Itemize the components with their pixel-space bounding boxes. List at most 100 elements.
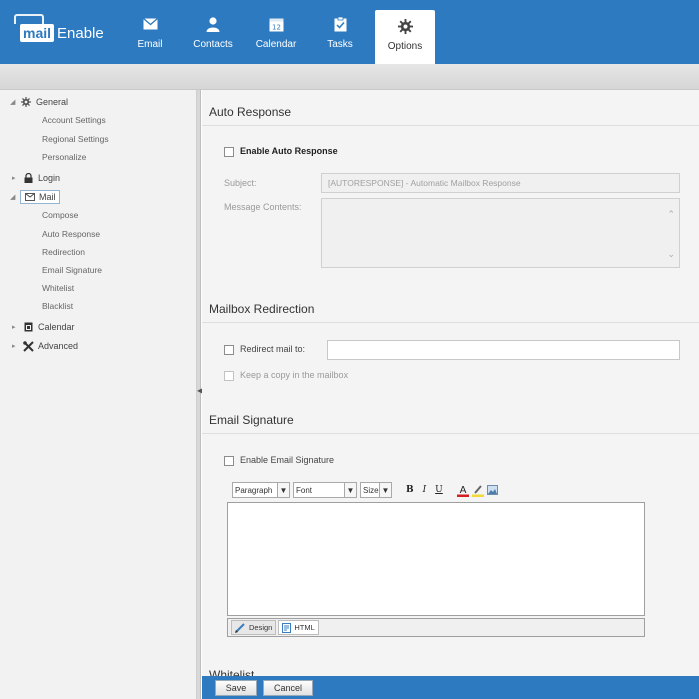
calendar-icon [22, 321, 34, 333]
scroll-up-icon[interactable]: ⌃ [667, 209, 675, 220]
design-pencil-icon [235, 622, 246, 633]
tree-login-label: Login [38, 173, 61, 183]
logo-enable-text: Enable [57, 24, 104, 42]
chevron-down-icon: ▼ [344, 483, 356, 497]
insert-image-icon[interactable] [486, 485, 498, 495]
tree-mail-selected: Mail [20, 190, 60, 204]
nav-email[interactable]: Email [130, 0, 170, 64]
message-contents-label: Message Contents: [224, 202, 302, 212]
underline-button[interactable]: U [435, 485, 443, 495]
app-logo: mail Enable [20, 22, 104, 44]
nav-contacts-label: Contacts [193, 39, 233, 50]
subject-field[interactable]: [AUTORESPONSE] - Automatic Mailbox Respo… [321, 173, 680, 193]
collapsed-arrow-icon[interactable]: ▸ [12, 342, 22, 350]
logo-mail-text: mail [20, 24, 55, 42]
tree-advanced[interactable]: ▸ Advanced [12, 339, 78, 353]
options-content: Auto Response Enable Auto Response Subje… [202, 90, 699, 699]
font-select-value: Font [296, 485, 313, 495]
cancel-button[interactable]: Cancel [263, 679, 313, 696]
html-tab[interactable]: HTML [278, 620, 319, 635]
nav-calendar[interactable]: 12 Calendar [253, 0, 299, 64]
options-sidebar: ◢ General Account Settings Regional Sett… [0, 90, 197, 699]
nav-tasks-label: Tasks [327, 39, 353, 50]
tree-regional-settings[interactable]: Regional Settings [42, 134, 109, 147]
chevron-down-icon: ▼ [379, 483, 391, 497]
tree-calendar[interactable]: ▸ Calendar [12, 320, 75, 334]
tree-mail-label: Mail [39, 192, 56, 202]
redirect-address-input[interactable] [327, 340, 680, 360]
tree-personalize[interactable]: Personalize [42, 152, 86, 165]
section-divider [202, 322, 699, 323]
auto-response-title: Auto Response [209, 105, 292, 119]
sub-toolbar [0, 64, 699, 90]
font-color-icon[interactable]: A [456, 484, 469, 497]
tree-advanced-label: Advanced [38, 341, 79, 351]
tree-general[interactable]: ◢ General [10, 95, 68, 109]
clipboard-check-icon [332, 16, 348, 32]
tree-compose[interactable]: Compose [42, 210, 78, 223]
section-divider [202, 433, 699, 434]
redirect-mail-checkbox[interactable] [224, 345, 234, 355]
signature-toolbar: Paragraph ▼ Font ▼ Size ▼ B I U A [232, 481, 498, 499]
email-signature-title: Email Signature [209, 413, 294, 427]
tree-calendar-label: Calendar [38, 322, 75, 332]
italic-button[interactable]: I [423, 485, 427, 495]
tree-redirection[interactable]: Redirection [42, 247, 85, 260]
save-button[interactable]: Save [215, 679, 257, 696]
chevron-down-icon: ▼ [277, 483, 289, 497]
enable-auto-response-label: Enable Auto Response [240, 146, 338, 156]
keep-copy-checkbox[interactable] [224, 371, 234, 381]
size-select-value: Size [363, 485, 379, 495]
redirect-mail-label: Redirect mail to: [240, 344, 306, 354]
envelope-icon [142, 16, 158, 32]
nav-email-label: Email [137, 39, 163, 50]
tree-login[interactable]: ▸ Login [12, 171, 60, 185]
design-tab-label: Design [249, 623, 273, 632]
envelope-icon [24, 191, 36, 203]
html-document-icon [282, 622, 292, 633]
scroll-down-icon[interactable]: ⌄ [667, 249, 675, 260]
paragraph-select[interactable]: Paragraph ▼ [232, 482, 290, 498]
tree-mail[interactable]: ◢ Mail [10, 190, 60, 204]
nav-options-label: Options [387, 41, 423, 52]
calendar-badge: 12 [272, 23, 281, 31]
gear-icon [20, 96, 32, 108]
calendar-icon: 12 [268, 16, 284, 32]
editor-mode-bar: Design HTML [227, 618, 645, 637]
tree-email-signature[interactable]: Email Signature [42, 265, 102, 278]
enable-email-signature-checkbox[interactable] [224, 456, 234, 466]
panel-splitter[interactable]: ◀ [197, 90, 203, 699]
collapsed-arrow-icon[interactable]: ▸ [12, 174, 22, 182]
tree-blacklist[interactable]: Blacklist [42, 301, 73, 314]
nav-tasks[interactable]: Tasks [320, 0, 360, 64]
nav-options[interactable]: Options [375, 10, 435, 64]
expanded-arrow-icon[interactable]: ◢ [10, 193, 20, 201]
font-select[interactable]: Font ▼ [293, 482, 357, 498]
gear-icon [397, 18, 413, 34]
enable-email-signature-label: Enable Email Signature [240, 455, 335, 465]
person-icon [205, 16, 221, 32]
nav-contacts[interactable]: Contacts [190, 0, 236, 64]
subject-label: Subject: [224, 178, 257, 188]
nav-calendar-label: Calendar [255, 39, 297, 50]
design-tab[interactable]: Design [231, 620, 277, 635]
collapsed-arrow-icon[interactable]: ▸ [12, 323, 22, 331]
top-bar: mail Enable Email Contacts 12 Calendar T… [0, 0, 699, 64]
signature-editor[interactable] [227, 502, 645, 616]
tree-general-label: General [36, 97, 69, 107]
bold-button[interactable]: B [406, 485, 414, 495]
whitelist-title: Whitelist [209, 668, 255, 676]
mailbox-redirection-title: Mailbox Redirection [209, 302, 315, 316]
expanded-arrow-icon[interactable]: ◢ [10, 98, 20, 106]
section-divider [202, 125, 699, 126]
tools-icon [22, 340, 34, 352]
enable-auto-response-checkbox[interactable] [224, 147, 234, 157]
tree-auto-response[interactable]: Auto Response [42, 229, 100, 242]
html-tab-label: HTML [294, 623, 315, 632]
size-select[interactable]: Size ▼ [360, 482, 392, 498]
svg-text:A: A [459, 485, 466, 496]
tree-account-settings[interactable]: Account Settings [42, 115, 106, 128]
highlight-icon[interactable] [471, 484, 484, 497]
message-contents-textarea[interactable]: ⌃ ⌄ [321, 198, 680, 268]
tree-whitelist[interactable]: Whitelist [42, 283, 74, 296]
